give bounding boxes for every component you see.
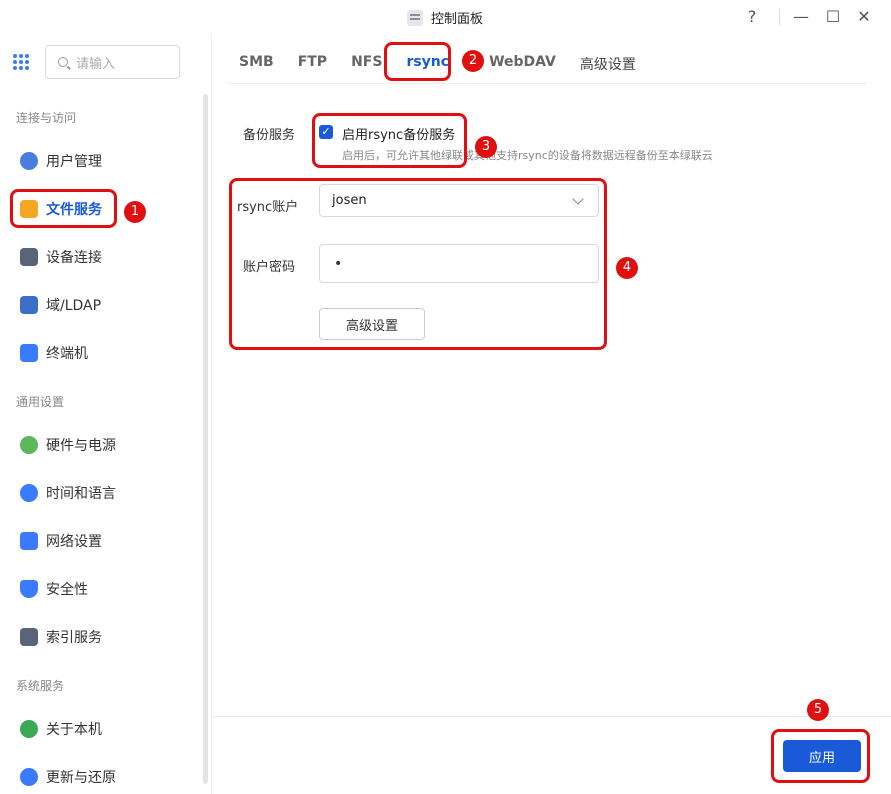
search-input[interactable]: 请输入 [45,45,180,79]
clock-icon [20,484,38,502]
terminal-icon [20,344,38,362]
ldap-icon [20,296,38,314]
section-title-connect: 连接与访问 [16,111,77,125]
network-icon [20,532,38,550]
window-title-group: 控制面板 [407,8,483,27]
annotation-marker-2: 2 [462,50,484,72]
maximize-button[interactable]: ☐ [822,6,844,28]
sidebar-item-label: 更新与还原 [46,770,116,786]
title-divider [779,9,780,25]
sidebar-item-label: 索引服务 [46,630,102,646]
annotation-marker-5: 5 [807,699,829,721]
info-icon [20,720,38,738]
tab-smb[interactable]: SMB [227,46,286,83]
sidebar-item-about[interactable]: 关于本机 [10,709,196,749]
device-icon [20,248,38,266]
sidebar-item-hardware[interactable]: 硬件与电源 [10,425,196,465]
search-icon [58,57,68,67]
tab-ftp[interactable]: FTP [286,46,339,83]
sidebar-item-label: 关于本机 [46,722,102,738]
sidebar-item-label: 域/LDAP [46,298,102,314]
apps-grid-icon[interactable] [13,54,29,70]
sidebar-item-label: 时间和语言 [46,486,116,502]
annotation-box-5 [771,729,870,783]
sidebar-item-terminal[interactable]: 终端机 [10,333,196,373]
window-title: 控制面板 [431,12,484,27]
sidebar-item-label: 安全性 [46,582,88,598]
annotation-marker-4: 4 [616,257,638,279]
annotation-box-3 [312,113,467,168]
section-title-system: 系统服务 [16,679,65,693]
backup-service-label: 备份服务 [243,128,296,143]
hardware-icon [20,436,38,454]
minimize-button[interactable]: — [790,6,812,28]
search-placeholder: 请输入 [76,56,116,72]
sidebar-item-label: 终端机 [46,346,88,362]
help-button[interactable]: ? [741,6,763,28]
sidebar-item-ldap[interactable]: 域/LDAP [10,285,196,325]
footer-divider [213,716,891,717]
annotation-marker-1: 1 [124,201,146,223]
annotation-box-2 [384,42,451,81]
sidebar-item-security[interactable]: 安全性 [10,569,196,609]
sidebar-item-label: 网络设置 [46,534,102,550]
sidebar-item-index[interactable]: 索引服务 [10,617,196,657]
annotation-marker-3: 3 [475,136,497,158]
sidebar-item-update[interactable]: 更新与还原 [10,757,196,794]
annotation-box-1 [10,189,117,228]
sidebar-item-label: 用户管理 [46,154,102,170]
users-icon [20,152,38,170]
control-panel-icon [407,9,423,26]
sidebar-item-users[interactable]: 用户管理 [10,141,196,181]
tab-bar: SMB FTP NFS rsync WebDAV 高级设置 [227,46,867,84]
shield-icon [20,580,38,598]
sidebar-item-network[interactable]: 网络设置 [10,521,196,561]
section-title-general: 通用设置 [16,395,65,409]
sidebar-item-time[interactable]: 时间和语言 [10,473,196,513]
index-icon [20,628,38,646]
title-bar: 控制面板 ? — ☐ ✕ [0,0,891,34]
sidebar-item-label: 设备连接 [46,250,102,266]
annotation-box-4 [229,178,607,350]
update-icon [20,768,38,786]
tab-advanced[interactable]: 高级设置 [568,46,648,83]
sidebar-scrollbar[interactable] [203,94,208,784]
sidebar-item-label: 硬件与电源 [46,438,116,454]
close-button[interactable]: ✕ [853,6,875,28]
sidebar: 请输入 连接与访问 用户管理 文件服务 设备连接 域/LDAP 终端机 通用设置… [0,34,212,794]
sidebar-item-device[interactable]: 设备连接 [10,237,196,277]
